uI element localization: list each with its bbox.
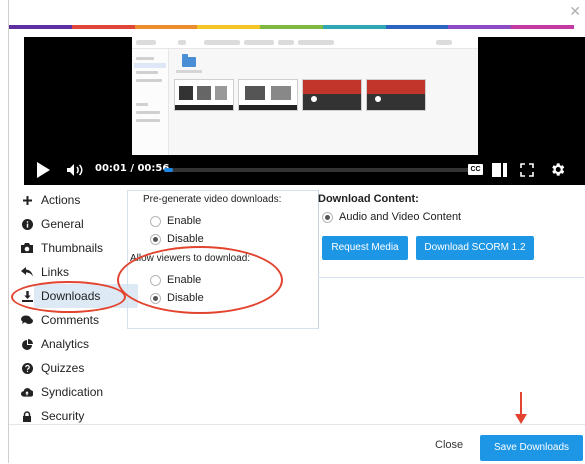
allow-viewers-title: Allow viewers to download:	[130, 253, 251, 264]
pregenerate-disable-radio[interactable]: Disable	[150, 233, 204, 245]
volume-icon[interactable]	[66, 163, 84, 177]
camera-icon	[21, 242, 33, 254]
rainbow-segment	[197, 25, 261, 29]
rainbow-segment	[71, 25, 135, 29]
pregenerate-enable-radio[interactable]: Enable	[150, 215, 201, 227]
rainbow-segment	[511, 25, 575, 29]
rainbow-segment	[260, 25, 323, 29]
question-icon	[21, 362, 33, 374]
sidebar-item-analytics[interactable]: Analytics	[21, 332, 138, 356]
folder-icon	[182, 54, 196, 67]
seek-bar[interactable]	[164, 168, 474, 172]
audio-video-radio[interactable]: Audio and Video Content	[322, 211, 461, 223]
cloud-upload-icon	[21, 386, 33, 398]
video-player[interactable]: 00:01 / 00:56 CC	[24, 37, 585, 185]
rainbow-segment	[9, 25, 72, 29]
sidebar-item-comments[interactable]: Comments	[21, 308, 138, 332]
video-thumbnail	[174, 79, 234, 111]
play-icon[interactable]	[37, 162, 50, 178]
sidebar-item-thumbnails[interactable]: Thumbnails	[21, 236, 138, 260]
rainbow-segment	[448, 25, 512, 29]
sidebar-item-syndication[interactable]: Syndication	[21, 380, 138, 404]
rainbow-segment	[322, 25, 386, 29]
download-scorm-button[interactable]: Download SCORM 1.2	[416, 236, 534, 260]
sidebar-item-general[interactable]: General	[21, 212, 138, 236]
settings-sidebar: Actions General Thumbnails Links Downloa…	[21, 188, 138, 428]
video-thumbnail	[366, 79, 426, 111]
seek-bar-progress	[164, 168, 174, 172]
sidebar-item-downloads[interactable]: Downloads	[21, 284, 138, 308]
info-icon	[21, 218, 33, 230]
close-icon[interactable]: ✕	[569, 4, 581, 18]
radio-button[interactable]	[150, 215, 161, 227]
player-controls: 00:01 / 00:56 CC	[24, 155, 585, 185]
sidebar-item-links[interactable]: Links	[21, 260, 138, 284]
radio-button-selected[interactable]	[150, 233, 161, 245]
video-frame	[132, 37, 478, 155]
time-display: 00:01 / 00:56	[95, 163, 170, 174]
settings-gear-icon[interactable]	[549, 161, 566, 178]
plus-icon	[21, 194, 33, 206]
download-content-panel: Download Content: Audio and Video Conten…	[318, 190, 584, 278]
download-options-panel: Pre-generate video downloads: Enable Dis…	[127, 190, 319, 329]
lock-icon	[21, 410, 33, 422]
captions-button[interactable]: CC	[468, 164, 483, 175]
sidebar-item-actions[interactable]: Actions	[22, 188, 138, 212]
radio-button-selected[interactable]	[322, 211, 333, 223]
rainbow-segment	[134, 25, 198, 29]
comments-icon	[21, 314, 33, 326]
viewers-enable-radio[interactable]: Enable	[150, 274, 201, 286]
download-content-title: Download Content:	[318, 193, 419, 205]
radio-button[interactable]	[150, 274, 161, 286]
fullscreen-icon[interactable]	[520, 163, 534, 177]
pie-chart-icon	[21, 338, 33, 350]
rainbow-accent-bar	[9, 25, 575, 29]
download-icon	[21, 290, 33, 302]
annotation-arrow	[515, 392, 527, 424]
pregenerate-title: Pre-generate video downloads:	[143, 194, 282, 205]
close-button[interactable]: Close	[435, 439, 463, 451]
theater-mode-icon[interactable]	[492, 163, 507, 177]
reply-icon	[21, 266, 33, 278]
viewers-disable-radio[interactable]: Disable	[150, 292, 204, 304]
dialog-footer: Close Save Downloads	[9, 424, 585, 464]
request-media-button[interactable]: Request Media	[322, 236, 408, 260]
sidebar-item-quizzes[interactable]: Quizzes	[21, 356, 138, 380]
video-thumbnail	[238, 79, 298, 111]
radio-button-selected[interactable]	[150, 292, 161, 304]
save-downloads-button[interactable]: Save Downloads	[480, 435, 583, 461]
rainbow-segment	[385, 25, 449, 29]
video-thumbnail	[302, 79, 362, 111]
